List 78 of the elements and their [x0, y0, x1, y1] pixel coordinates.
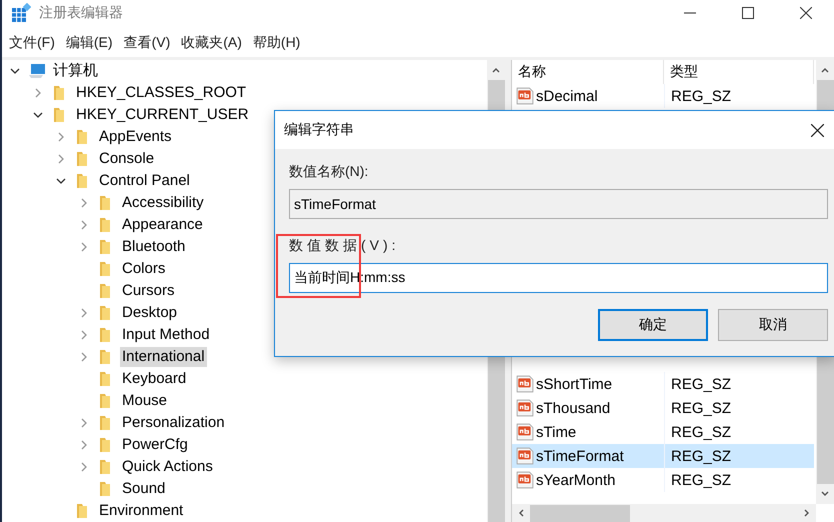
- tree-item[interactable]: Control Panel: [97, 171, 192, 191]
- value-row[interactable]: sTimeFormat REG_SZ: [512, 444, 814, 468]
- expand-chevron-icon[interactable]: [79, 352, 89, 362]
- menu-item[interactable]: 编辑(E): [66, 34, 113, 52]
- value-name: sThousand: [536, 400, 610, 416]
- close-icon[interactable]: [800, 7, 812, 20]
- tree-item[interactable]: Cursors: [120, 281, 177, 301]
- string-value-icon: [516, 375, 534, 393]
- cancel-button[interactable]: 取消: [718, 309, 828, 341]
- value-type: REG_SZ: [664, 372, 814, 396]
- dialog-title: 编辑字符串: [284, 121, 354, 139]
- menu-item[interactable]: 文件(F): [9, 34, 55, 52]
- expand-chevron-icon[interactable]: [79, 220, 89, 230]
- tree-item[interactable]: Mouse: [120, 391, 170, 411]
- string-value-icon: [516, 399, 534, 417]
- collapse-chevron-icon[interactable]: [33, 110, 43, 120]
- value-name: sTimeFormat: [536, 448, 624, 464]
- column-header[interactable]: 名称: [512, 60, 664, 84]
- value-name: sYearMonth: [536, 472, 616, 488]
- tree-item[interactable]: Bluetooth: [120, 237, 188, 257]
- tree-item[interactable]: Quick Actions: [120, 457, 215, 477]
- maximize-icon[interactable]: [742, 7, 754, 20]
- computer-icon: [28, 63, 46, 79]
- expand-chevron-icon[interactable]: [79, 308, 89, 318]
- expand-chevron-icon[interactable]: [79, 198, 89, 208]
- value-row[interactable]: sDecimal REG_SZ: [512, 84, 814, 108]
- tree-item[interactable]: HKEY_CLASSES_ROOT: [74, 83, 248, 103]
- value-type: REG_SZ: [664, 396, 814, 420]
- menu-item[interactable]: 查看(V): [124, 34, 170, 52]
- expand-chevron-icon[interactable]: [79, 242, 89, 252]
- ok-button[interactable]: 确定: [598, 309, 708, 341]
- menu-item[interactable]: 收藏夹(A): [181, 34, 242, 52]
- field-label: 数值名称(N):: [289, 163, 370, 181]
- field-label: 数值数据(V):: [289, 237, 401, 255]
- expand-chevron-icon[interactable]: [33, 88, 43, 98]
- tree-item[interactable]: Keyboard: [120, 369, 188, 389]
- string-value-icon: [516, 423, 534, 441]
- expand-chevron-icon[interactable]: [79, 462, 89, 472]
- column-header[interactable]: 类型: [664, 60, 814, 84]
- tree-item[interactable]: Input Method: [120, 325, 212, 345]
- string-value-icon: [516, 471, 534, 489]
- collapse-chevron-icon[interactable]: [56, 176, 66, 186]
- registry-icon: [11, 3, 31, 24]
- value-type: REG_SZ: [664, 84, 814, 108]
- tree-item[interactable]: Desktop: [120, 303, 180, 323]
- value-name-field[interactable]: sTimeFormat: [289, 189, 828, 219]
- string-value-icon: [516, 447, 534, 465]
- expand-chevron-icon[interactable]: [79, 330, 89, 340]
- value-name: sDecimal: [536, 88, 598, 104]
- tree-item[interactable]: AppEvents: [97, 127, 174, 147]
- value-type: REG_SZ: [664, 468, 814, 492]
- tree-item[interactable]: Personalization: [120, 413, 227, 433]
- window-title: 注册表编辑器: [39, 4, 123, 22]
- tree-item[interactable]: HKEY_CURRENT_USER: [74, 105, 251, 125]
- tree-item[interactable]: International: [120, 347, 207, 367]
- expand-chevron-icon[interactable]: [56, 154, 66, 164]
- scrollbar-thumb[interactable]: [530, 504, 630, 522]
- value-row[interactable]: sYearMonth REG_SZ: [512, 468, 814, 492]
- expand-chevron-icon[interactable]: [56, 132, 66, 142]
- tree-item[interactable]: PowerCfg: [120, 435, 190, 455]
- menu-item[interactable]: 帮助(H): [252, 34, 300, 52]
- value-row[interactable]: sShortTime REG_SZ: [512, 372, 814, 396]
- close-icon[interactable]: [811, 124, 824, 136]
- tree-item[interactable]: 计算机: [51, 61, 100, 81]
- tree-item[interactable]: Appearance: [120, 215, 205, 235]
- value-name: sTime: [536, 424, 576, 440]
- tree-item[interactable]: Sound: [120, 479, 168, 499]
- tree-item[interactable]: Colors: [120, 259, 168, 279]
- tree-item[interactable]: Accessibility: [120, 193, 206, 213]
- tree-item[interactable]: Environment: [97, 501, 186, 521]
- value-type: REG_SZ: [664, 444, 814, 468]
- tree-item[interactable]: Console: [97, 149, 156, 169]
- string-value-icon: [516, 87, 534, 105]
- value-name: sShortTime: [536, 376, 612, 392]
- expand-chevron-icon[interactable]: [79, 440, 89, 450]
- expand-chevron-icon[interactable]: [79, 418, 89, 428]
- value-row[interactable]: sThousand REG_SZ: [512, 396, 814, 420]
- collapse-chevron-icon[interactable]: [10, 66, 20, 76]
